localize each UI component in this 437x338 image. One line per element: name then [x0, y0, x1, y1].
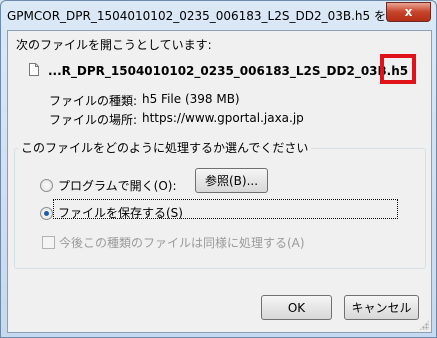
file-type-value: h5 File (398 MB): [142, 92, 240, 106]
ok-button[interactable]: OK: [261, 295, 332, 320]
remember-label[interactable]: 今後この種類のファイルは同様に処理する(A): [59, 234, 305, 251]
browse-button[interactable]: 参照(B)...: [195, 168, 268, 193]
dialog-content: 次のファイルを開こうとしています: ...R_DPR_1504010102_02…: [7, 30, 432, 333]
file-type-label: ファイルの種類:: [49, 94, 138, 108]
remember-checkbox[interactable]: [42, 236, 55, 249]
save-file-label[interactable]: ファイルを保存する(S): [58, 204, 183, 221]
file-icon: [29, 63, 39, 76]
extension-highlight-box: [380, 54, 416, 84]
close-button[interactable]: x: [386, 2, 431, 22]
resize-grip-icon[interactable]: [419, 320, 429, 330]
window-title: GPMCOR_DPR_1504010102_0235_006183_L2S_DD…: [7, 9, 410, 23]
cancel-button[interactable]: キャンセル: [344, 295, 419, 320]
open-with-radio[interactable]: [40, 179, 53, 192]
save-file-radio[interactable]: [40, 207, 53, 220]
title-bar[interactable]: GPMCOR_DPR_1504010102_0235_006183_L2S_DD…: [1, 1, 436, 31]
open-with-label[interactable]: プログラムで開く(O):: [58, 177, 177, 194]
file-name: ...R_DPR_1504010102_0235_006183_L2S_DD2_…: [48, 64, 409, 78]
file-location-value: https://www.gportal.jaxa.jp: [142, 111, 304, 125]
close-icon: x: [404, 5, 413, 19]
dialog-window: GPMCOR_DPR_1504010102_0235_006183_L2S_DD…: [0, 0, 437, 338]
ok-button-label: OK: [287, 300, 306, 315]
browse-button-label: 参照(B)...: [204, 174, 259, 188]
opening-text: 次のファイルを開こうとしています:: [16, 38, 212, 52]
file-location-label: ファイルの場所:: [49, 113, 138, 127]
cancel-button-label: キャンセル: [351, 301, 412, 315]
action-group-title: このファイルをどのように処理するか選んでください: [18, 139, 312, 156]
